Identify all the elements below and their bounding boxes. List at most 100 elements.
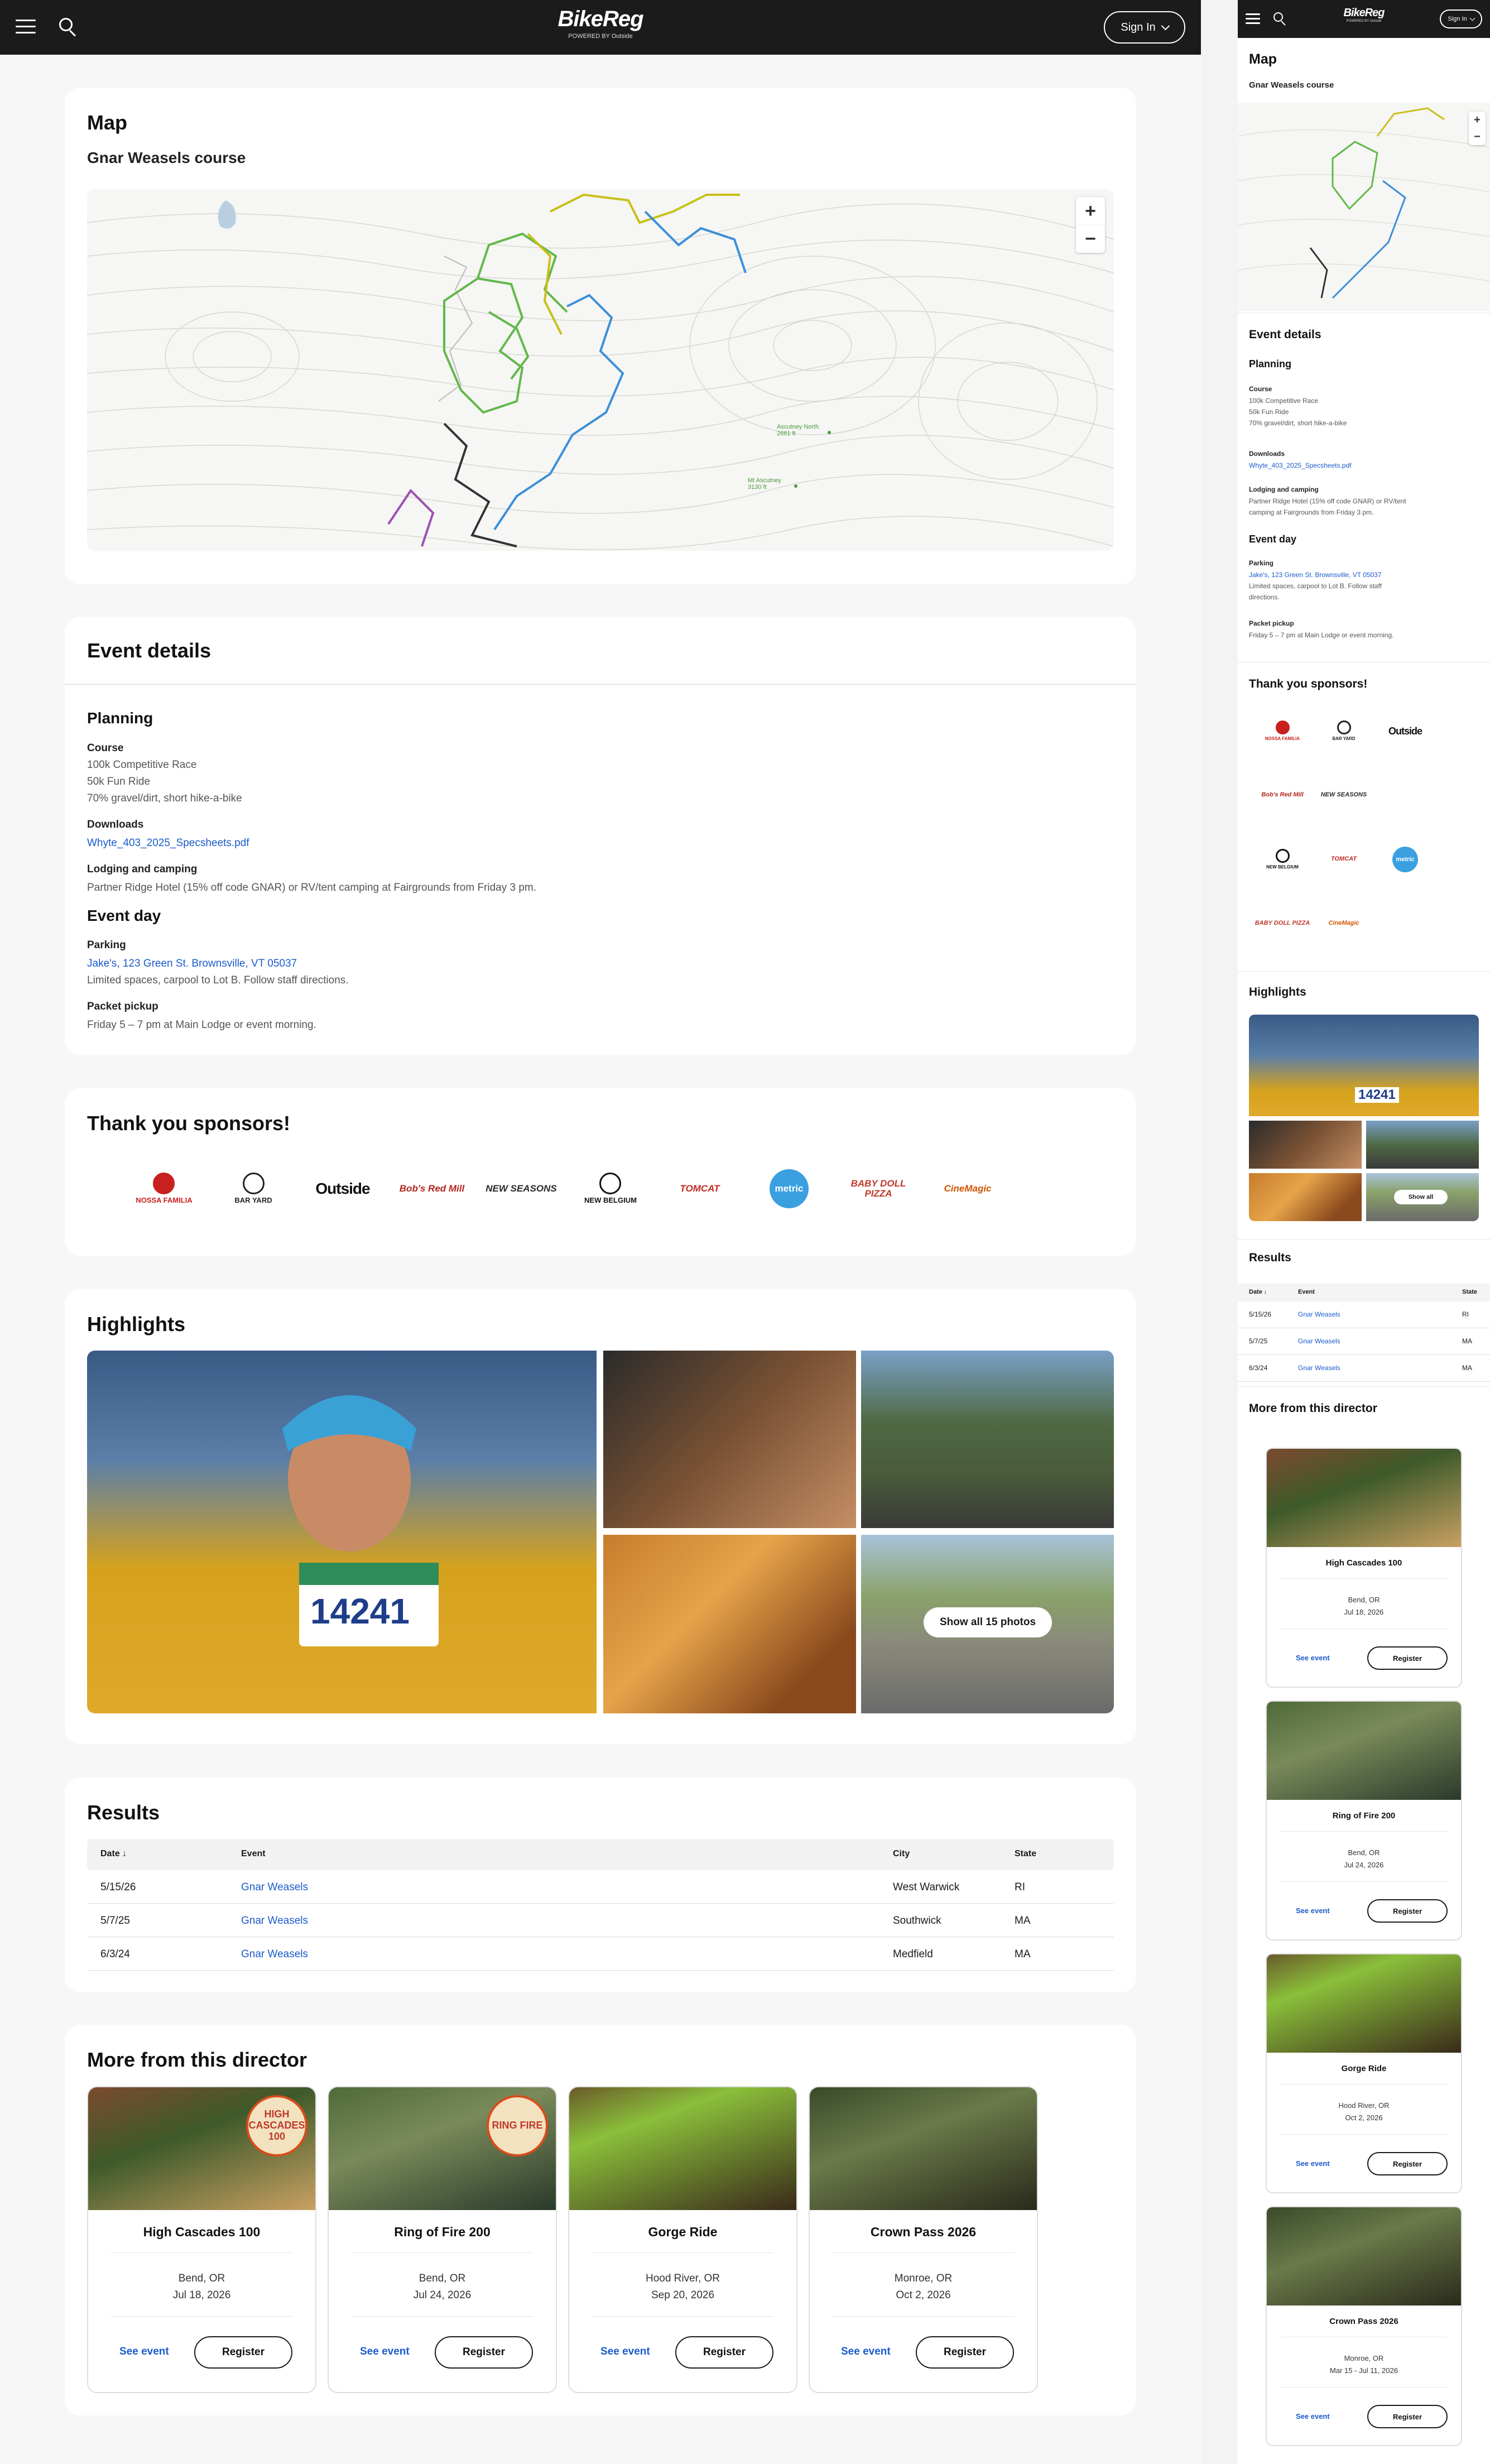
sponsor-logo-new-belgium[interactable]: NEW BELGIUM [1255,832,1310,887]
card-divider [110,2252,293,2253]
sign-in-button[interactable]: Sign In [1104,11,1185,44]
event-thumbnail[interactable] [1267,1449,1461,1547]
sponsor-logo-new-seasons[interactable]: NEW SEASONS [482,1155,560,1222]
director-title: More from this director [87,2048,307,2071]
event-city: Hood River, OR [1338,2101,1390,2110]
event-city: Monroe, OR [1344,2354,1384,2362]
highlight-photo-3[interactable] [1366,1121,1479,1169]
divider [65,684,1136,685]
result-event-link[interactable]: Gnar Weasels [1298,1364,1340,1372]
download-link[interactable]: Whyte_403_2025_Specsheets.pdf [87,835,249,851]
zoom-in-button[interactable]: + [1469,112,1486,128]
event-thumbnail[interactable]: RING FIRE [329,2087,556,2210]
event-thumbnail[interactable] [1267,1702,1461,1800]
show-all-photos-button[interactable]: Show all 15 photos [924,1607,1052,1637]
zoom-in-button[interactable]: + [1076,197,1105,225]
parking-label: Parking [87,939,126,951]
sponsor-logo-bob-s-red-mill[interactable]: Bob's Red Mill [393,1155,471,1222]
sponsor-logo-cinemagic[interactable]: CineMagic [929,1155,1007,1222]
sponsor-logo-baby-doll-pizza[interactable]: BABY DOLL PIZZA [1255,896,1310,952]
sponsor-logo-cinemagic[interactable]: CineMagic [1316,896,1372,952]
event-date: Jul 24, 2026 [1344,1861,1384,1869]
sponsor-logo-baby-doll-pizza[interactable]: BABY DOLL PIZZA [839,1155,917,1222]
result-event-link[interactable]: Gnar Weasels [241,1915,308,1927]
col-state: State [1015,1849,1037,1858]
see-event-link[interactable]: See event [841,2346,891,2358]
bikereg-logo[interactable]: BikeReg POWERED BY Outside [1336,7,1392,23]
register-button[interactable]: Register [1367,1899,1448,1923]
register-button[interactable]: Register [916,2336,1014,2369]
see-event-link[interactable]: See event [600,2346,650,2358]
col-date[interactable]: Date ↓ [100,1849,127,1859]
highlight-photo-3[interactable] [861,1351,1114,1528]
sponsor-logo-metric[interactable]: metric [750,1155,828,1222]
sponsor-logo-bob-s-red-mill[interactable]: Bob's Red Mill [1255,767,1310,823]
bikereg-logo[interactable]: BikeReg POWERED BY Outside [536,7,665,40]
event-thumbnail[interactable] [810,2087,1037,2210]
parking-link[interactable]: Jake's, 123 Green St. Brownsville, VT 05… [87,956,297,972]
highlight-photo-5[interactable]: Show all 15 photos [861,1535,1114,1713]
highlight-photo-5[interactable]: Show all [1366,1173,1479,1221]
download-link[interactable]: Whyte_403_2025_Specsheets.pdf [1249,461,1351,470]
see-event-link[interactable]: See event [1296,2159,1330,2168]
result-event-link[interactable]: Gnar Weasels [1298,1337,1340,1345]
register-button[interactable]: Register [1367,2405,1448,2428]
result-event-link[interactable]: Gnar Weasels [241,1881,308,1894]
result-event-link[interactable]: Gnar Weasels [241,1948,308,1961]
table-row: 5/15/26 Gnar Weasels West Warwick RI [87,1870,1114,1904]
search-icon[interactable] [59,18,78,37]
highlight-photo-main[interactable]: 14241 [87,1351,597,1713]
mobile-view: BikeReg POWERED BY Outside Sign In Map G… [1238,0,1490,2464]
sponsor-name: metric [1396,856,1415,863]
sponsor-logo-bar-yard[interactable]: BAR YARD [214,1155,292,1222]
sponsors-title: Thank you sponsors! [1249,678,1368,690]
see-event-link[interactable]: See event [1296,1906,1330,1915]
sponsor-logo-nossa-familia[interactable]: NOSSA FAMILIA [1255,703,1310,759]
sign-in-button[interactable]: Sign In [1440,9,1482,28]
parking-link[interactable]: Jake's, 123 Green St. Brownsville, VT 05… [1249,570,1382,580]
col-date[interactable]: Date ↓ [1249,1289,1267,1295]
register-button[interactable]: Register [194,2336,292,2369]
register-button[interactable]: Register [1367,1646,1448,1670]
sponsor-logo-new-belgium[interactable]: NEW BELGIUM [571,1155,650,1222]
show-all-photos-button[interactable]: Show all [1394,1190,1448,1204]
see-event-link[interactable]: See event [119,2346,169,2358]
result-city: West Warwick [893,1881,960,1893]
result-event-link[interactable]: Gnar Weasels [1298,1310,1340,1318]
sponsor-logo-bar-yard[interactable]: BAR YARD [1316,703,1372,759]
register-button[interactable]: Register [675,2336,773,2369]
register-button[interactable]: Register [435,2336,533,2369]
sponsor-logo-metric[interactable]: metric [1377,832,1433,887]
highlights-title: Highlights [1249,986,1306,998]
course-map[interactable]: + − [1238,103,1490,311]
director-event-card: Gorge Ride Hood River, OR Oct 2, 2026 See e… [1266,1953,1462,2193]
highlight-photo-4[interactable] [603,1535,856,1713]
map-graphic [1238,103,1490,311]
highlight-photo-2[interactable] [603,1351,856,1528]
sponsor-logo-tomcat[interactable]: TOMCAT [1316,832,1372,887]
course-line-3: 70% gravel/dirt, short hike-a-bike [1249,419,1347,427]
event-thumbnail[interactable] [1267,2207,1461,2306]
course-map[interactable]: Ascutney North 2661 ft Mt Ascutney 3130 … [87,189,1114,551]
results-card: Results Date ↓ Event City State 5/15/26 G… [65,1778,1136,1992]
sponsor-logo-nossa-familia[interactable]: NOSSA FAMILIA [125,1155,203,1222]
sponsor-logo-new-seasons[interactable]: NEW SEASONS [1316,767,1372,823]
event-thumbnail[interactable]: HIGH CASCADES 100 [88,2087,315,2210]
see-event-link[interactable]: See event [360,2346,410,2358]
zoom-out-button[interactable]: − [1469,128,1486,145]
event-thumbnail[interactable] [1267,1954,1461,2053]
search-icon[interactable] [1273,12,1287,26]
sponsor-logo-outside[interactable]: Outside [304,1155,382,1222]
menu-icon[interactable] [16,20,36,34]
zoom-out-button[interactable]: − [1076,225,1105,253]
see-event-link[interactable]: See event [1296,2412,1330,2420]
highlight-photo-main[interactable]: 14241 [1249,1015,1479,1116]
sponsor-logo-tomcat[interactable]: TOMCAT [661,1155,739,1222]
register-button[interactable]: Register [1367,2152,1448,2175]
highlight-photo-4[interactable] [1249,1173,1362,1221]
sponsor-logo-outside[interactable]: Outside [1377,703,1433,759]
event-thumbnail[interactable] [569,2087,796,2210]
see-event-link[interactable]: See event [1296,1654,1330,1662]
menu-icon[interactable] [1246,13,1260,25]
highlight-photo-2[interactable] [1249,1121,1362,1169]
